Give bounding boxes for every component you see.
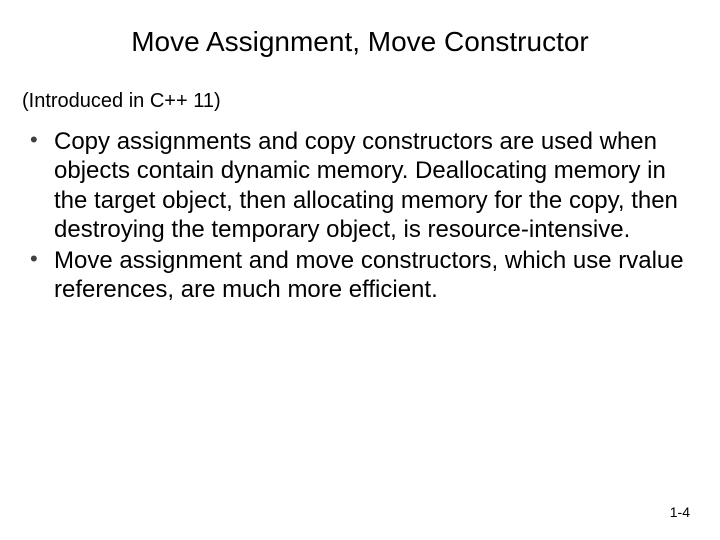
slide: Move Assignment, Move Constructor (Intro…	[0, 0, 720, 540]
bullet-list: Copy assignments and copy constructors a…	[22, 127, 698, 305]
slide-subtitle: (Introduced in C++ 11)	[22, 90, 698, 113]
list-item: Copy assignments and copy constructors a…	[22, 127, 698, 244]
slide-title: Move Assignment, Move Constructor	[22, 26, 698, 58]
page-number: 1-4	[670, 504, 690, 520]
list-item: Move assignment and move constructors, w…	[22, 246, 698, 305]
